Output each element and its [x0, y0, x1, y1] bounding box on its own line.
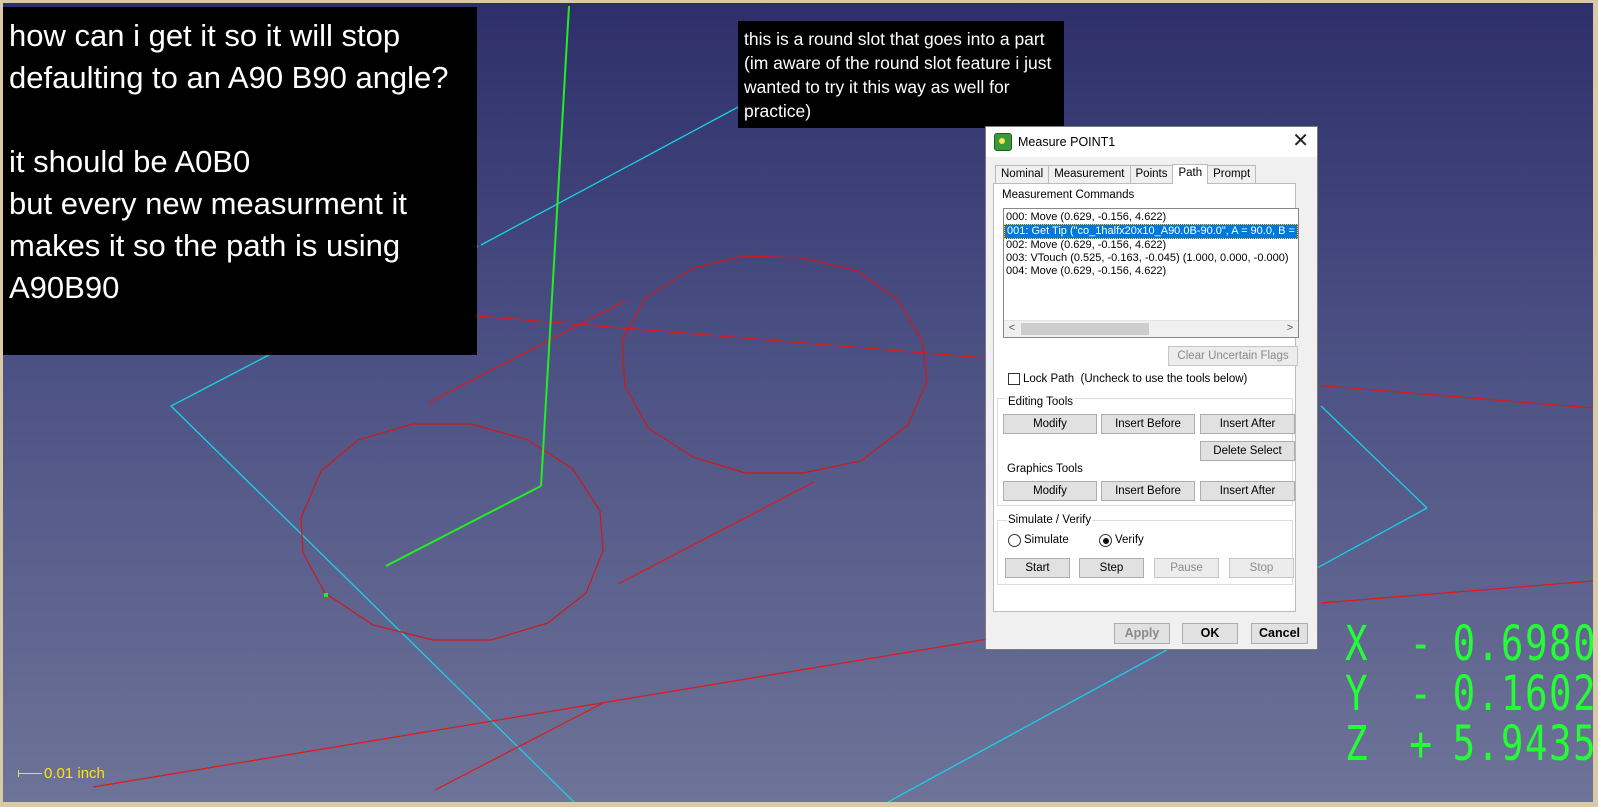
axis-x-line — [385, 485, 542, 567]
note-line: defaulting to an A90 B90 angle? — [9, 60, 449, 95]
simulate-verify-label: Simulate / Verify — [1007, 514, 1093, 526]
command-item[interactable]: 002: Move (0.629, -0.156, 4.622) — [1004, 239, 1298, 252]
close-icon[interactable]: ✕ — [1292, 131, 1309, 151]
workplane-edge-right — [1320, 405, 1428, 509]
editing-tools-label: Editing Tools — [1007, 396, 1074, 408]
apply-button[interactable]: Apply — [1114, 623, 1170, 644]
scale-label: 0.01 inch — [44, 765, 105, 782]
delete-select-button[interactable]: Delete Select — [1200, 441, 1295, 461]
note-line: makes it so the path is using — [9, 228, 401, 263]
cancel-button[interactable]: Cancel — [1251, 623, 1308, 644]
lock-path-label: Lock Path (Uncheck to use the tools belo… — [1023, 373, 1247, 385]
scroll-left-icon[interactable]: < — [1004, 321, 1020, 337]
slot-tangent-lower — [617, 481, 815, 585]
editing-insert-after-button[interactable]: Insert After — [1200, 414, 1295, 434]
scroll-right-icon[interactable]: > — [1282, 321, 1298, 337]
verify-label: Verify — [1115, 534, 1144, 546]
graphics-modify-button[interactable]: Modify — [1003, 481, 1097, 501]
readout-axis: Z — [1345, 716, 1370, 772]
verify-radio[interactable] — [1099, 534, 1112, 547]
editing-insert-before-button[interactable]: Insert Before — [1101, 414, 1195, 434]
graphics-tools-label: Graphics Tools — [1007, 463, 1083, 475]
clear-uncertain-flags-button[interactable]: Clear Uncertain Flags — [1168, 346, 1298, 366]
measure-point-dialog: Measure POINT1 ✕ Nominal Measurement Poi… — [985, 126, 1318, 650]
tab-path[interactable]: Path — [1172, 164, 1209, 184]
path-tab-panel: Measurement Commands 000: Move (0.629, -… — [993, 183, 1299, 612]
command-item[interactable]: 000: Move (0.629, -0.156, 4.622) — [1004, 211, 1298, 224]
note-line: but every new measurment it — [9, 186, 408, 221]
command-item[interactable]: 004: Move (0.629, -0.156, 4.622) — [1004, 265, 1298, 278]
note-line — [9, 99, 477, 141]
lock-path-text: Lock Path — [1023, 373, 1075, 385]
readout-row-y: Y - 0.1602 — [1345, 669, 1593, 719]
readout-sign: - — [1409, 616, 1434, 672]
note-line: how can i get it so it will stop — [9, 18, 401, 53]
readout-row-z: Z + 5.9435 — [1345, 719, 1593, 769]
axis-z-line — [540, 5, 570, 487]
stop-button[interactable]: Stop — [1229, 558, 1294, 578]
step-button[interactable]: Step — [1079, 558, 1144, 578]
slot-circle-right — [621, 255, 928, 474]
readout-value: 0.6980 — [1452, 616, 1593, 672]
annotation-question: how can i get it so it will stop default… — [3, 7, 477, 355]
readout-axis: X — [1345, 616, 1370, 672]
simulate-radio[interactable] — [1008, 534, 1021, 547]
app-icon — [994, 133, 1012, 151]
start-button[interactable]: Start — [1005, 558, 1070, 578]
command-item[interactable]: 003: VTouch (0.525, -0.163, -0.045) (1.0… — [1004, 252, 1298, 265]
slot-edge-bottom — [92, 638, 989, 788]
scroll-thumb[interactable] — [1021, 323, 1149, 335]
readout-sign: - — [1409, 666, 1434, 722]
tab-points[interactable]: Points — [1129, 165, 1174, 183]
position-readout: X - 0.6980 Y - 0.1602 Z + 5.9435 — [1345, 619, 1593, 769]
annotation-slot-note: this is a round slot that goes into a pa… — [738, 21, 1064, 128]
graphics-insert-after-button[interactable]: Insert After — [1200, 481, 1295, 501]
graphics-insert-before-button[interactable]: Insert Before — [1101, 481, 1195, 501]
slot-edge-right — [1320, 580, 1593, 604]
readout-value: 5.9435 — [1452, 716, 1593, 772]
commands-listbox[interactable]: 000: Move (0.629, -0.156, 4.622) 001: Ge… — [1003, 208, 1299, 338]
note-line: A90B90 — [9, 270, 120, 305]
command-item-selected[interactable]: 001: Get Tip ("co_1halfx20x10_A90.0B-90.… — [1004, 224, 1298, 239]
ok-button[interactable]: OK — [1182, 623, 1238, 644]
editing-modify-button[interactable]: Modify — [1003, 414, 1097, 434]
simulate-label: Simulate — [1024, 534, 1069, 546]
probe-point-marker — [324, 593, 328, 597]
tab-nominal[interactable]: Nominal — [995, 165, 1050, 183]
horizontal-scrollbar[interactable]: < > — [1004, 320, 1298, 337]
tab-measurement[interactable]: Measurement — [1048, 165, 1131, 183]
lock-path-hint: (Uncheck to use the tools below) — [1080, 373, 1248, 385]
tab-prompt[interactable]: Prompt — [1207, 165, 1257, 183]
lock-path-checkbox[interactable] — [1008, 373, 1020, 385]
dialog-title: Measure POINT1 — [1018, 135, 1116, 149]
pause-button[interactable]: Pause — [1154, 558, 1219, 578]
scale-bar — [18, 770, 42, 777]
note-line: it should be A0B0 — [9, 144, 251, 179]
readout-sign: + — [1409, 716, 1434, 772]
readout-row-x: X - 0.6980 — [1345, 619, 1593, 669]
tab-strip: Nominal Measurement Points Path Prompt — [995, 163, 1257, 184]
readout-axis: Y — [1345, 666, 1370, 722]
dialog-titlebar[interactable]: Measure POINT1 ✕ — [986, 127, 1317, 157]
measurement-commands-label: Measurement Commands — [1002, 189, 1135, 201]
readout-value: 0.1602 — [1452, 666, 1593, 722]
workplane-edge-top — [480, 105, 741, 246]
scale-indicator: 0.01 inch — [18, 765, 105, 782]
graphics-viewport[interactable]: how can i get it so it will stop default… — [3, 3, 1593, 802]
